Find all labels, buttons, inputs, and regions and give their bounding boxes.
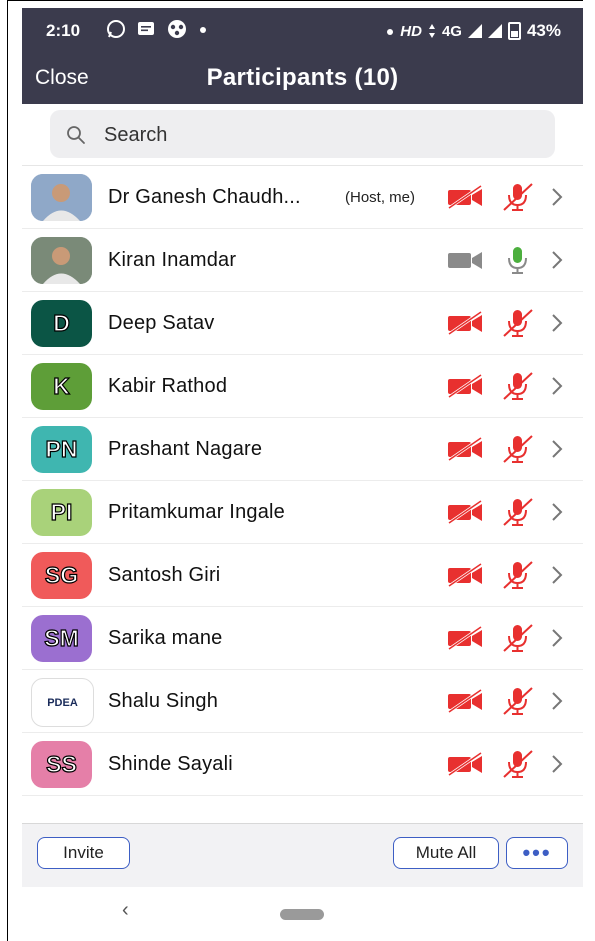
avatar bbox=[31, 174, 92, 221]
status-bar: 2:10 HD 4G 43% bbox=[22, 8, 583, 52]
status-hd: HD bbox=[400, 22, 422, 40]
participant-name: Prashant Nagare bbox=[108, 438, 263, 460]
frame-border-top bbox=[7, 0, 583, 1]
participant-name: Santosh Giri bbox=[108, 564, 221, 586]
chevron-right-icon[interactable] bbox=[550, 312, 564, 339]
data-arrows-icon bbox=[428, 24, 435, 38]
participant-name: Kabir Rathod bbox=[108, 375, 228, 397]
participant-row[interactable]: SM Sarika mane bbox=[22, 607, 583, 670]
message-icon bbox=[138, 22, 154, 35]
chevron-right-icon[interactable] bbox=[550, 249, 564, 276]
participant-row[interactable]: D Deep Satav bbox=[22, 292, 583, 355]
video-off-icon[interactable] bbox=[447, 688, 483, 718]
invite-button[interactable]: Invite bbox=[37, 837, 130, 869]
avatar: SG bbox=[31, 552, 92, 599]
mic-muted-icon[interactable] bbox=[500, 497, 534, 532]
mic-muted-icon[interactable] bbox=[500, 371, 534, 406]
video-off-icon[interactable] bbox=[447, 562, 483, 592]
whatsapp-icon bbox=[107, 20, 125, 38]
participant-row[interactable]: SG Santosh Giri bbox=[22, 544, 583, 607]
chevron-right-icon[interactable] bbox=[550, 375, 564, 402]
home-nav-pill[interactable] bbox=[280, 909, 324, 920]
status-battery: 43% bbox=[526, 21, 561, 40]
signal-2-icon bbox=[487, 24, 502, 38]
participant-name: Deep Satav bbox=[108, 312, 215, 334]
status-right-group: HD 4G 43% bbox=[386, 21, 561, 41]
mic-muted-icon[interactable] bbox=[500, 623, 534, 658]
mic-muted-icon[interactable] bbox=[500, 749, 534, 784]
mic-on-icon[interactable] bbox=[500, 245, 534, 280]
app-icon bbox=[168, 20, 186, 38]
chevron-right-icon[interactable] bbox=[550, 186, 564, 213]
chevron-right-icon[interactable] bbox=[550, 501, 564, 528]
phone-screen: 2:10 HD 4G 43% Close Participants (10) S… bbox=[22, 8, 583, 941]
avatar: PDEA bbox=[31, 678, 94, 727]
avatar: PI bbox=[31, 489, 92, 536]
person-photo-icon bbox=[31, 174, 92, 221]
status-app-icons bbox=[106, 19, 208, 39]
host-badge: (Host, me) bbox=[345, 189, 416, 206]
participant-row[interactable]: PDEA Shalu Singh bbox=[22, 670, 583, 733]
participant-row[interactable]: Kiran Inamdar bbox=[22, 229, 583, 292]
participant-row[interactable]: PI Pritamkumar Ingale bbox=[22, 481, 583, 544]
video-off-icon[interactable] bbox=[447, 625, 483, 655]
mic-muted-icon[interactable] bbox=[500, 308, 534, 343]
person-photo-icon bbox=[31, 237, 92, 284]
video-off-icon[interactable] bbox=[447, 499, 483, 529]
video-off-icon[interactable] bbox=[447, 751, 483, 781]
chevron-right-icon[interactable] bbox=[550, 627, 564, 654]
android-nav-bar: ‹ bbox=[22, 887, 583, 941]
participant-name: Dr Ganesh Chaudh... bbox=[108, 186, 301, 208]
mic-muted-icon[interactable] bbox=[500, 182, 534, 217]
status-network: 4G bbox=[441, 22, 462, 40]
mute-all-button[interactable]: Mute All bbox=[393, 837, 499, 869]
search-icon bbox=[67, 126, 85, 144]
bottom-action-bar: Invite Mute All ••• bbox=[22, 823, 583, 888]
participant-row[interactable]: PN Prashant Nagare bbox=[22, 418, 583, 481]
video-on-icon[interactable] bbox=[447, 248, 483, 277]
frame-border-left bbox=[7, 0, 8, 941]
participant-name: Shalu Singh bbox=[108, 690, 219, 712]
search-bar[interactable] bbox=[50, 110, 555, 158]
chevron-right-icon[interactable] bbox=[550, 438, 564, 465]
status-time: 2:10 bbox=[46, 21, 81, 40]
battery-icon bbox=[507, 22, 521, 40]
video-off-icon[interactable] bbox=[447, 436, 483, 466]
chevron-right-icon[interactable] bbox=[550, 690, 564, 717]
chevron-right-icon[interactable] bbox=[550, 753, 564, 780]
more-options-button[interactable]: ••• bbox=[506, 837, 568, 869]
participant-row[interactable]: Dr Ganesh Chaudh... (Host, me) bbox=[22, 166, 583, 229]
avatar: SM bbox=[31, 615, 92, 662]
mic-muted-icon[interactable] bbox=[500, 560, 534, 595]
participant-list: Dr Ganesh Chaudh... (Host, me) Kiran Inamd… bbox=[22, 165, 583, 796]
video-off-icon[interactable] bbox=[447, 373, 483, 403]
avatar: K bbox=[31, 363, 92, 410]
mic-muted-icon[interactable] bbox=[500, 686, 534, 721]
avatar: D bbox=[31, 300, 92, 347]
avatar: PN bbox=[31, 426, 92, 473]
participant-row[interactable]: SS Shinde Sayali bbox=[22, 733, 583, 796]
participant-name: Pritamkumar Ingale bbox=[108, 501, 285, 523]
search-input[interactable] bbox=[102, 120, 536, 150]
participant-name: Kiran Inamdar bbox=[108, 249, 237, 271]
mic-muted-icon[interactable] bbox=[500, 434, 534, 469]
page-title: Participants (10) bbox=[206, 64, 399, 91]
signal-icon bbox=[467, 24, 482, 38]
back-nav-icon[interactable]: ‹ bbox=[122, 899, 129, 922]
app-header: 2:10 HD 4G 43% Close Participants (10) bbox=[22, 8, 583, 104]
notification-dot-icon bbox=[387, 29, 394, 35]
avatar bbox=[31, 237, 92, 284]
avatar: SS bbox=[31, 741, 92, 788]
dot-icon bbox=[200, 27, 206, 33]
chevron-right-icon[interactable] bbox=[550, 564, 564, 591]
participant-row[interactable]: K Kabir Rathod bbox=[22, 355, 583, 418]
video-off-icon[interactable] bbox=[447, 310, 483, 340]
participant-name: Shinde Sayali bbox=[108, 753, 233, 775]
participant-name: Sarika mane bbox=[108, 627, 223, 649]
video-off-icon[interactable] bbox=[447, 184, 483, 214]
